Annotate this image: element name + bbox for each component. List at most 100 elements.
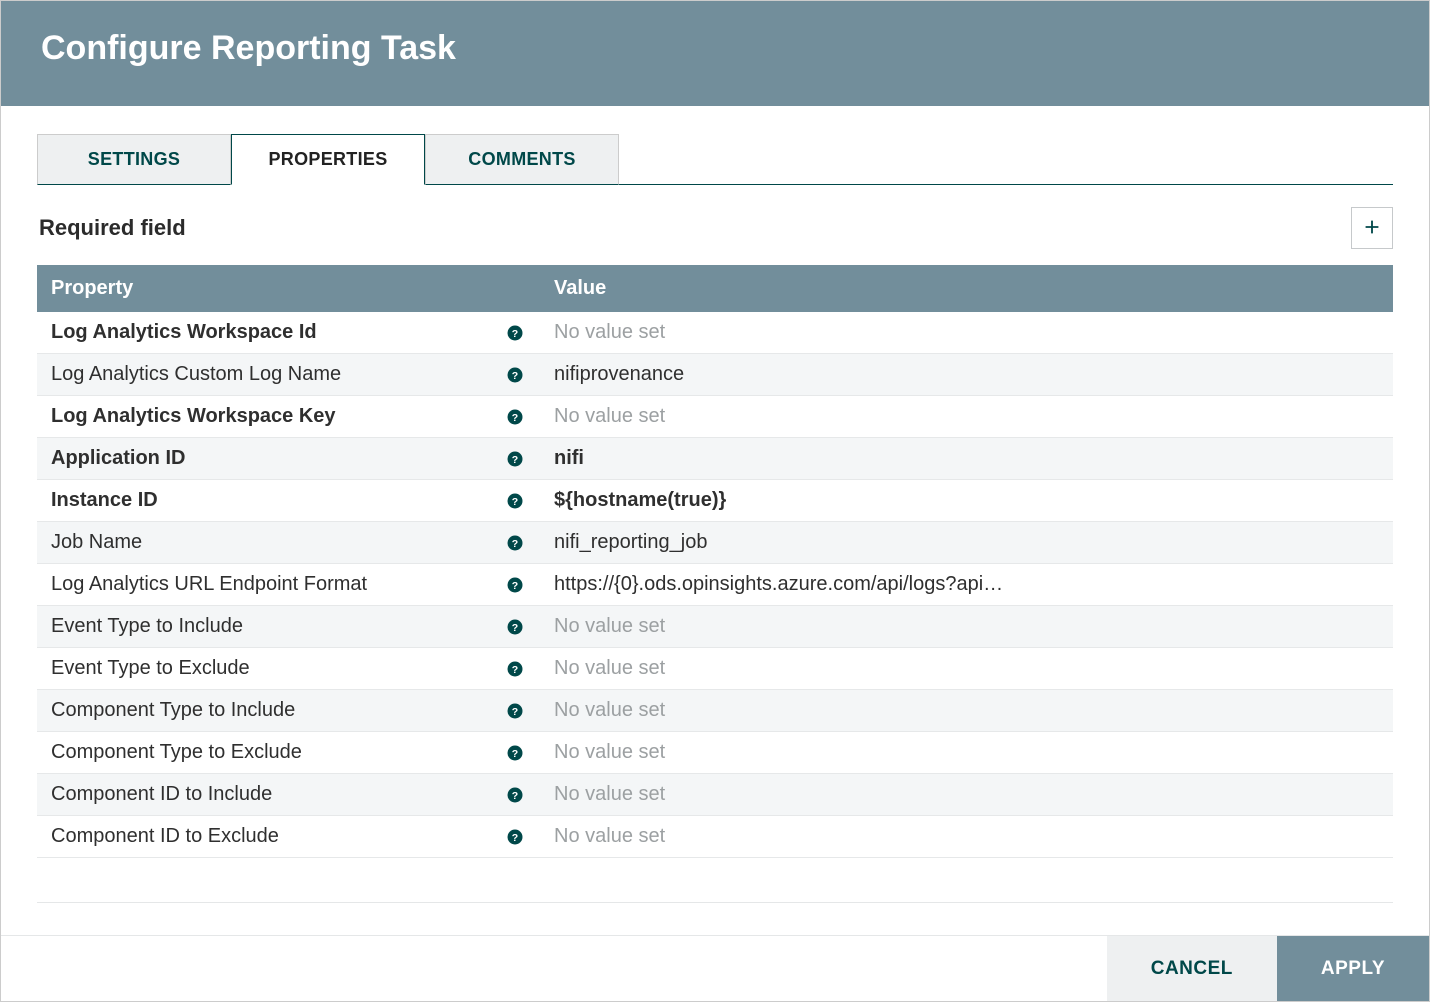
help-icon[interactable]: ?	[504, 742, 526, 764]
table-row: Event Type to Include?No value set	[37, 606, 1393, 648]
property-name: Log Analytics URL Endpoint Format	[51, 573, 367, 596]
dialog-title: Configure Reporting Task	[41, 29, 456, 67]
svg-text:?: ?	[512, 663, 518, 675]
table-row: Component Type to Exclude?No value set	[37, 732, 1393, 774]
property-value-cell[interactable]: No value set	[540, 699, 1064, 722]
property-name: Component ID to Include	[51, 783, 272, 806]
table-body: Log Analytics Workspace Id?No value setL…	[37, 312, 1393, 858]
property-value-cell[interactable]: No value set	[540, 321, 1064, 344]
svg-text:?: ?	[512, 789, 518, 801]
table-row: Component ID to Include?No value set	[37, 774, 1393, 816]
svg-text:?: ?	[512, 831, 518, 843]
property-name: Component Type to Exclude	[51, 741, 302, 764]
property-name: Component Type to Include	[51, 699, 295, 722]
property-name: Log Analytics Custom Log Name	[51, 363, 341, 386]
property-name-cell: Log Analytics Workspace Key?	[37, 405, 540, 428]
property-value-cell[interactable]: nifi_reporting_job	[540, 531, 1064, 554]
property-value-cell[interactable]: No value set	[540, 741, 1064, 764]
table-row: Log Analytics URL Endpoint Format?https:…	[37, 564, 1393, 606]
dialog-body: SETTINGSPROPERTIESCOMMENTS Required fiel…	[1, 106, 1429, 935]
help-icon[interactable]: ?	[504, 658, 526, 680]
plus-icon	[1361, 216, 1383, 241]
property-value-cell[interactable]: nifiprovenance	[540, 363, 1064, 386]
property-value-cell[interactable]: No value set	[540, 783, 1064, 806]
table-row: Component Type to Include?No value set	[37, 690, 1393, 732]
property-name-cell: Log Analytics URL Endpoint Format?	[37, 573, 540, 596]
svg-text:?: ?	[512, 453, 518, 465]
tab-properties[interactable]: PROPERTIES	[231, 134, 425, 185]
svg-text:?: ?	[512, 411, 518, 423]
svg-text:?: ?	[512, 579, 518, 591]
property-value-cell[interactable]: No value set	[540, 657, 1064, 680]
property-name: Log Analytics Workspace Id	[51, 321, 317, 344]
property-name-cell: Event Type to Include?	[37, 615, 540, 638]
svg-text:?: ?	[512, 495, 518, 507]
property-name: Event Type to Include	[51, 615, 243, 638]
property-name: Component ID to Exclude	[51, 825, 279, 848]
help-icon[interactable]: ?	[504, 700, 526, 722]
help-icon[interactable]: ?	[504, 322, 526, 344]
add-property-button[interactable]	[1351, 207, 1393, 249]
help-icon[interactable]: ?	[504, 406, 526, 428]
help-icon[interactable]: ?	[504, 574, 526, 596]
property-value-cell[interactable]: https://{0}.ods.opinsights.azure.com/api…	[540, 573, 1064, 596]
svg-text:?: ?	[512, 747, 518, 759]
property-value-cell[interactable]: No value set	[540, 825, 1064, 848]
tabs: SETTINGSPROPERTIESCOMMENTS	[37, 134, 1393, 185]
table-row: Log Analytics Custom Log Name?nifiproven…	[37, 354, 1393, 396]
property-name: Job Name	[51, 531, 142, 554]
property-name: Instance ID	[51, 489, 158, 512]
help-icon[interactable]: ?	[504, 784, 526, 806]
property-value-cell[interactable]: No value set	[540, 405, 1064, 428]
column-header-property: Property	[37, 265, 540, 312]
table-row: Component ID to Exclude?No value set	[37, 816, 1393, 858]
property-value-cell[interactable]: nifi	[540, 447, 1064, 470]
configure-reporting-task-dialog: Configure Reporting Task SETTINGSPROPERT…	[0, 0, 1430, 1002]
help-icon[interactable]: ?	[504, 364, 526, 386]
property-name-cell: Component Type to Include?	[37, 699, 540, 722]
property-name-cell: Log Analytics Workspace Id?	[37, 321, 540, 344]
apply-button[interactable]: APPLY	[1277, 936, 1429, 1001]
svg-text:?: ?	[512, 537, 518, 549]
property-name-cell: Application ID?	[37, 447, 540, 470]
property-value-cell[interactable]: No value set	[540, 615, 1064, 638]
required-field-label: Required field	[39, 215, 186, 241]
svg-text:?: ?	[512, 369, 518, 381]
table-row: Instance ID?${hostname(true)}	[37, 480, 1393, 522]
dialog-footer: CANCEL APPLY	[1, 935, 1429, 1001]
property-name-cell: Component Type to Exclude?	[37, 741, 540, 764]
property-name-cell: Job Name?	[37, 531, 540, 554]
table-row: Log Analytics Workspace Id?No value set	[37, 312, 1393, 354]
table-header: Property Value	[37, 265, 1393, 312]
tab-comments[interactable]: COMMENTS	[425, 134, 619, 185]
help-icon[interactable]: ?	[504, 448, 526, 470]
svg-text:?: ?	[512, 705, 518, 717]
help-icon[interactable]: ?	[504, 826, 526, 848]
dialog-header: Configure Reporting Task	[1, 1, 1429, 106]
help-icon[interactable]: ?	[504, 616, 526, 638]
property-name-cell: Component ID to Exclude?	[37, 825, 540, 848]
table-row: Job Name?nifi_reporting_job	[37, 522, 1393, 564]
property-name: Log Analytics Workspace Key	[51, 405, 336, 428]
property-name-cell: Log Analytics Custom Log Name?	[37, 363, 540, 386]
table-row: Log Analytics Workspace Key?No value set	[37, 396, 1393, 438]
column-header-actions	[1064, 265, 1393, 312]
help-icon[interactable]: ?	[504, 532, 526, 554]
table-row: Application ID?nifi	[37, 438, 1393, 480]
table-row: Event Type to Exclude?No value set	[37, 648, 1393, 690]
property-value-cell[interactable]: ${hostname(true)}	[540, 489, 1064, 512]
required-field-row: Required field	[37, 185, 1393, 265]
property-name-cell: Instance ID?	[37, 489, 540, 512]
property-name-cell: Event Type to Exclude?	[37, 657, 540, 680]
help-icon[interactable]: ?	[504, 490, 526, 512]
tab-settings[interactable]: SETTINGS	[37, 134, 231, 185]
cancel-button[interactable]: CANCEL	[1107, 936, 1277, 1001]
property-name-cell: Component ID to Include?	[37, 783, 540, 806]
svg-text:?: ?	[512, 621, 518, 633]
body-spacer	[37, 903, 1393, 935]
property-name: Application ID	[51, 447, 185, 470]
svg-text:?: ?	[512, 327, 518, 339]
properties-table: Property Value Log Analytics Workspace I…	[37, 265, 1393, 903]
column-header-value: Value	[540, 265, 1064, 312]
property-name: Event Type to Exclude	[51, 657, 250, 680]
